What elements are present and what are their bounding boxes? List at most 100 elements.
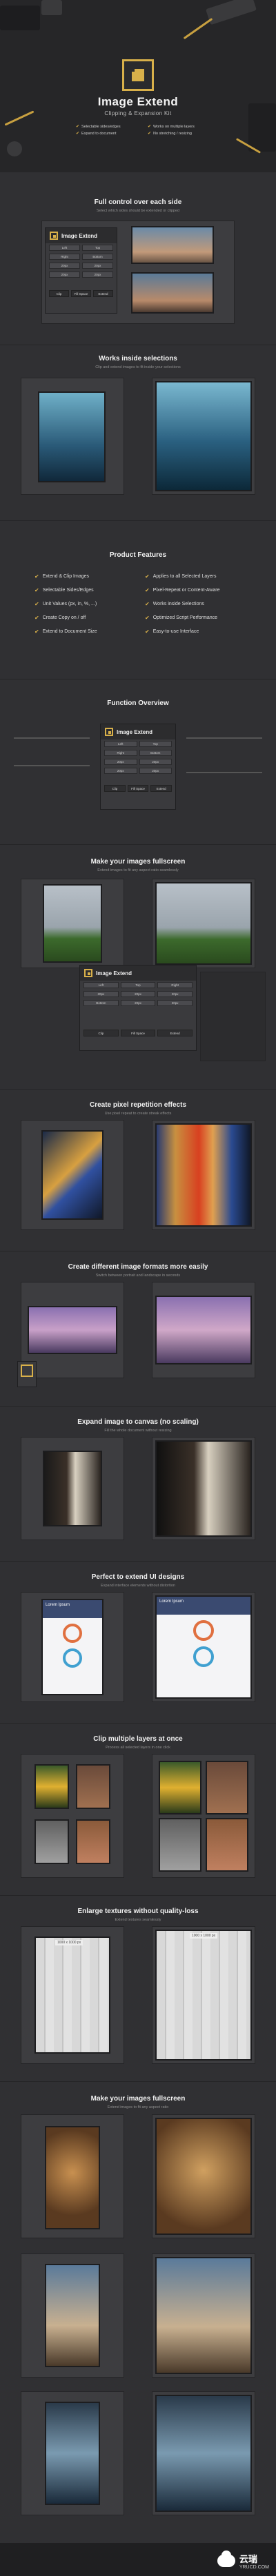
hero-feature: ✔ Selectable sides/edges [76,124,121,130]
divider [0,520,276,521]
demo-photo [155,882,252,965]
demo-photo [41,1130,103,1220]
extend-button[interactable]: Extend [93,290,113,297]
value-input[interactable]: 20px [120,1000,156,1006]
value-input[interactable]: 20px [157,1000,193,1006]
clip-button[interactable]: Clip [83,1030,119,1036]
panel-title: Image Extend [117,728,153,735]
extension-panel: Image Extend Left Top Right 20px 20px 20px B… [79,965,197,1051]
hero-feature: ✔ No stretching / resizing [148,131,192,136]
divider [0,2081,276,2082]
value-input[interactable]: 20px [82,263,113,269]
section-pixel-repetition: Create pixel repetition effects Use pixe… [0,1101,276,1116]
check-icon: ✔ [34,573,39,580]
feature-item: ✔ Pixel-Repeat or Content-Aware [145,587,220,593]
value-input[interactable]: 20px [139,759,172,765]
logo [122,59,154,91]
section-image-formats: Create different image formats more easi… [0,1263,276,1278]
fill-space-button[interactable]: Fill Space [120,1030,156,1036]
ui-gauge [193,1620,214,1641]
side-toggle-bottom[interactable]: Bottom [139,750,172,756]
side-toggle-bottom[interactable]: Bottom [82,254,113,260]
feature-item: ✔ Create Copy on / off [34,615,86,621]
section-subtitle: Switch between portrait and landscape in… [95,1274,181,1278]
section-product-features: Product Features [0,551,276,559]
logo-icon [105,728,113,736]
feature-item: ✔ Optimized Script Performance [145,615,218,621]
feature-item: ✔ Applies to all Selected Layers [145,573,217,580]
section-title: Clip multiple layers at once [93,1735,183,1743]
check-icon: ✔ [34,628,39,635]
watermark: 云瑞 YRUCD.COM [217,2551,269,2570]
section-title: Make your images fullscreen [90,858,186,866]
extend-button[interactable]: Extend [157,1030,193,1036]
clip-button[interactable]: Clip [104,785,126,792]
value-input[interactable]: 20px [49,272,80,278]
section-subtitle: Extend textures seamlessly [115,1918,161,1922]
check-icon: ✔ [145,615,150,621]
side-toggle-bottom[interactable]: Bottom [83,1000,119,1006]
divider [0,1406,276,1407]
section-full-control: Full control over each side Select which… [0,198,276,213]
section-title: Make your images fullscreen [90,2095,186,2103]
demo-photo [131,272,214,314]
demo-photo [76,1819,110,1864]
fill-space-button[interactable]: Fill Space [71,290,91,297]
value-input[interactable]: 20px [82,272,113,278]
side-toggle-top[interactable]: Top [139,741,172,747]
clip-button[interactable]: Clip [49,290,69,297]
ui-gauge [63,1648,82,1668]
section-selections: Works inside selections Clip and extend … [0,355,276,369]
check-icon: ✔ [145,601,150,607]
ui-card-title: Lorem Ipsum [157,1597,250,1615]
feature-item: ✔ Easy-to-use Interface [145,628,199,635]
section-title: Perfect to extend UI designs [91,1573,185,1581]
section-title: Enlarge textures without quality-loss [77,1908,199,1915]
side-toggle-top[interactable]: Top [82,245,113,251]
side-toggle-top[interactable]: Top [120,982,156,988]
section-title: Function Overview [107,699,169,707]
demo-photo [76,1764,110,1809]
divider [0,1561,276,1562]
side-toggle-left[interactable]: Left [104,741,137,747]
panel-title: Image Extend [96,970,132,977]
extend-button[interactable]: Extend [150,785,172,792]
side-toggle-left[interactable]: Left [83,982,119,988]
hero-features: ✔ Selectable sides/edges ✔ Works on multip… [76,124,214,136]
value-input[interactable]: 20px [49,263,80,269]
demo-photo [34,1936,110,2054]
demo-photo [43,884,102,963]
watermark-brand: 云瑞 [239,2554,257,2564]
side-toggle-left[interactable]: Left [49,245,80,251]
texture-size-label: 1000 x 1000 px [55,1940,83,1945]
value-input[interactable]: 20px [104,759,137,765]
section-subtitle: Expand interface elements without distor… [101,1584,175,1588]
check-icon: ✔ [76,125,80,129]
demo-photo [45,2126,100,2229]
page: Image Extend Clipping & Expansion Kit ✔ S… [0,0,276,2576]
hero-subtitle: Clipping & Expansion Kit [104,110,172,116]
value-input[interactable]: 20px [104,768,137,774]
decor-keyboard [0,6,40,30]
fill-space-button[interactable]: Fill Space [127,785,149,792]
section-fullscreen-2: Make your images fullscreen Extend image… [0,2095,276,2109]
logo-icon [50,232,58,240]
check-icon: ✔ [148,125,152,129]
side-toggle-right[interactable]: Right [104,750,137,756]
divider [0,1895,276,1896]
demo-photo [155,1930,252,2061]
demo-photo [34,1819,69,1864]
side-toggle-right[interactable]: Right [157,982,193,988]
divider [0,1089,276,1090]
side-toggle-right[interactable]: Right [49,254,80,260]
section-function-overview: Function Overview [0,699,276,707]
value-input[interactable]: 20px [157,991,193,997]
value-input[interactable]: 20px [83,991,119,997]
section-title: Create pixel repetition effects [89,1101,187,1109]
value-input[interactable]: 20px [139,768,172,774]
demo-photo [155,2118,252,2235]
check-icon: ✔ [34,587,39,593]
check-icon: ✔ [145,587,150,593]
value-input[interactable]: 20px [120,991,156,997]
demo-photo [38,391,106,482]
